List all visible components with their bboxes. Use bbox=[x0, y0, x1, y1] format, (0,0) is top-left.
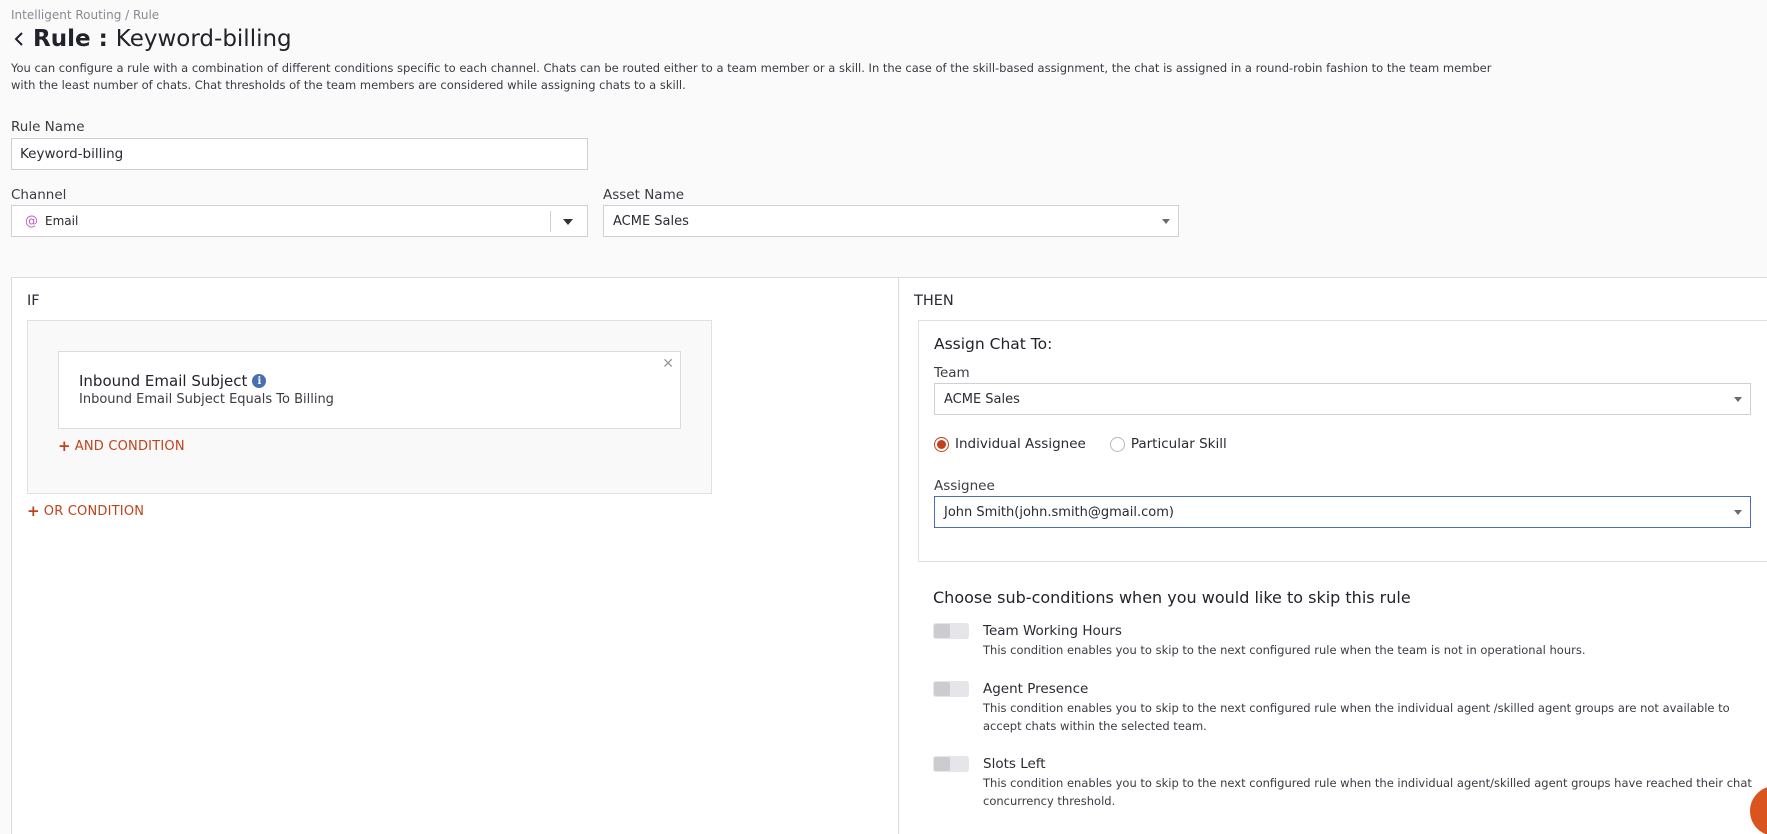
team-working-hours-description: This condition enables you to skip to th… bbox=[983, 643, 1586, 657]
condition-card: Inbound Email Subject i Inbound Email Su… bbox=[58, 351, 681, 429]
agent-presence-toggle[interactable] bbox=[933, 681, 969, 697]
select-divider bbox=[550, 211, 551, 232]
assignee-label: Assignee bbox=[934, 478, 995, 494]
close-icon[interactable]: ✕ bbox=[662, 356, 674, 372]
asset-name-label: Asset Name bbox=[603, 187, 685, 203]
caret-down-icon bbox=[1734, 510, 1742, 515]
if-heading: IF bbox=[27, 293, 40, 309]
at-sign-icon: @ bbox=[25, 213, 38, 229]
rule-editor-page: Intelligent Routing / Rule Rule : Keywor… bbox=[0, 0, 1767, 834]
rule-name-input[interactable] bbox=[11, 138, 588, 170]
channel-value: Email bbox=[45, 214, 79, 228]
agent-presence-description: This condition enables you to skip to th… bbox=[983, 701, 1730, 733]
breadcrumb[interactable]: Intelligent Routing / Rule bbox=[11, 8, 159, 22]
condition-description: Inbound Email Subject Equals To Billing bbox=[79, 392, 334, 407]
team-working-hours-toggle[interactable] bbox=[933, 623, 969, 639]
slots-left-label: Slots Left bbox=[983, 756, 1046, 772]
back-arrow-icon[interactable] bbox=[11, 27, 27, 51]
rule-name-label: Rule Name bbox=[11, 119, 85, 135]
team-value: ACME Sales bbox=[944, 391, 1020, 407]
and-condition-label: AND CONDITION bbox=[74, 438, 185, 454]
radio-particular-skill[interactable]: Particular Skill bbox=[1109, 436, 1227, 452]
page-description: You can configure a rule with a combinat… bbox=[11, 61, 1492, 92]
slots-left-description: This condition enables you to skip to th… bbox=[983, 776, 1752, 808]
condition-title: Inbound Email Subject i bbox=[79, 372, 267, 390]
team-working-hours-label: Team Working Hours bbox=[983, 623, 1122, 639]
assign-chat-title: Assign Chat To: bbox=[934, 335, 1053, 353]
radio-individual-assignee[interactable]: Individual Assignee bbox=[934, 436, 1086, 452]
slots-left-toggle[interactable] bbox=[933, 756, 969, 772]
plus-icon: + bbox=[58, 437, 71, 455]
team-select[interactable]: ACME Sales bbox=[934, 383, 1751, 415]
title-rule-name: Keyword-billing bbox=[115, 26, 292, 52]
then-heading: THEN bbox=[914, 293, 954, 309]
or-condition-label: OR CONDITION bbox=[43, 503, 145, 519]
title-prefix: Rule : bbox=[33, 26, 108, 52]
caret-down-icon bbox=[1734, 397, 1742, 402]
caret-down-icon bbox=[1162, 219, 1170, 224]
or-condition-button[interactable]: + OR CONDITION bbox=[27, 502, 144, 520]
and-condition-button[interactable]: + AND CONDITION bbox=[58, 437, 185, 455]
sub-conditions-title: Choose sub-conditions when you would lik… bbox=[933, 588, 1411, 607]
radio-skill-label: Particular Skill bbox=[1130, 436, 1227, 452]
assignee-value: John Smith(john.smith@gmail.com) bbox=[944, 504, 1174, 520]
radio-unchecked-icon[interactable] bbox=[1109, 436, 1125, 452]
info-icon[interactable]: i bbox=[252, 374, 267, 388]
column-divider bbox=[898, 277, 899, 834]
asset-name-select[interactable]: ACME Sales bbox=[603, 205, 1179, 237]
radio-individual-label: Individual Assignee bbox=[955, 436, 1086, 452]
page-title: Rule : Keyword-billing bbox=[11, 26, 292, 52]
assignment-type-radio-group: Individual Assignee Particular Skill bbox=[934, 436, 1251, 452]
channel-label: Channel bbox=[11, 187, 67, 203]
condition-title-text: Inbound Email Subject bbox=[79, 372, 248, 390]
agent-presence-label: Agent Presence bbox=[983, 681, 1089, 697]
assignee-select[interactable]: John Smith(john.smith@gmail.com) bbox=[934, 496, 1751, 528]
channel-select[interactable]: @ Email bbox=[11, 205, 588, 237]
team-label: Team bbox=[934, 365, 970, 381]
caret-down-icon[interactable] bbox=[563, 219, 573, 225]
plus-icon: + bbox=[27, 502, 40, 520]
radio-checked-icon[interactable] bbox=[934, 436, 949, 452]
asset-name-value: ACME Sales bbox=[613, 213, 689, 229]
